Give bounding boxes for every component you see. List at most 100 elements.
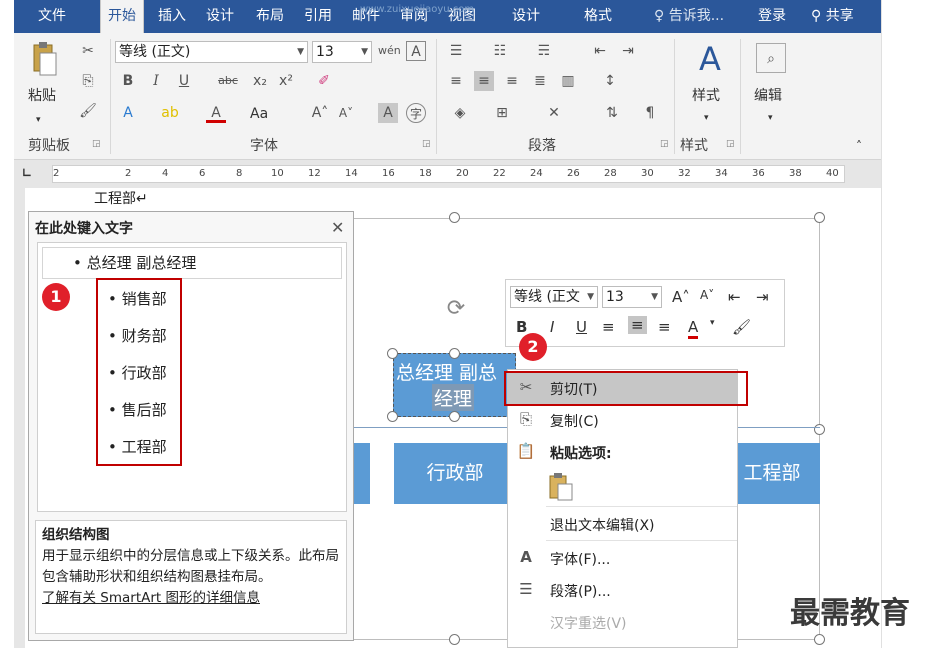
multilevel-list-icon[interactable]: ☴ [534,41,554,61]
styles-launcher-icon[interactable]: ◲ [726,139,735,149]
strikethrough-icon[interactable]: abc [218,71,238,91]
text-pane-list[interactable]: • 总经理 副总经理 [37,242,347,512]
share-button[interactable]: ⚲ 共享 [811,0,854,33]
shading-icon[interactable]: ◈ [450,103,470,123]
login-button[interactable]: 登录 [758,0,786,33]
char-border-icon[interactable]: A [406,41,426,61]
increase-indent-icon[interactable]: ⇥ [618,41,638,61]
italic-icon[interactable]: I [146,71,166,91]
align-left-icon[interactable]: ≡ [446,71,466,91]
superscript-icon[interactable]: x² [276,71,296,91]
highlight-icon[interactable]: ab [160,103,180,123]
paste-option-keep-text[interactable] [508,468,737,506]
resize-handle[interactable] [449,634,460,645]
chinese-layout-icon[interactable]: ✕ [544,103,564,123]
editing-button[interactable]: 编辑 [754,85,782,107]
org-box-engineering[interactable]: 工程部 [724,443,820,504]
chevron-down-icon[interactable]: ▾ [704,107,709,129]
menu-item-copy[interactable]: ⎘ 复制(C) [508,404,737,436]
format-painter-icon[interactable]: 🖌 [732,318,751,336]
resize-handle[interactable] [814,212,825,223]
grow-font-icon[interactable]: A˄ [672,288,690,306]
resize-handle[interactable] [814,634,825,645]
font-launcher-icon[interactable]: ◲ [422,139,431,149]
tab-selector-icon[interactable]: ∟ [22,166,32,180]
char-shading-icon[interactable]: A [378,103,398,123]
org-box-admin[interactable]: 行政部 [394,443,516,504]
font-color-icon[interactable]: A [688,318,699,339]
horizontal-ruler[interactable]: 2 2 4 6 8 10 12 14 16 18 20 22 24 26 28 … [52,165,845,183]
text-effects-icon[interactable]: A [118,103,138,123]
font-name-combo[interactable]: 等线 (正文) ▼ [115,41,308,63]
resize-handle[interactable] [387,411,398,422]
tell-me-box[interactable]: ♀ 告诉我... [654,0,724,33]
tab-home[interactable]: 开始 [100,0,144,36]
align-left-icon[interactable]: ≡ [602,318,615,336]
bold-icon[interactable]: B [516,318,527,336]
phonetic-guide-icon[interactable]: wén [378,41,401,61]
tab-smartart-design[interactable]: 设计 [498,0,554,33]
chevron-down-icon[interactable]: ▾ [768,107,773,129]
close-icon[interactable]: ✕ [331,218,344,237]
copy-icon[interactable]: ⎘ [78,71,98,91]
tab-design[interactable]: 设计 [198,0,242,33]
tab-file[interactable]: 文件 [30,0,74,33]
borders-icon[interactable]: ⊞ [492,103,512,123]
chevron-down-icon[interactable]: ▾ [710,318,715,328]
paragraph-launcher-icon[interactable]: ◲ [660,139,669,149]
numbering-icon[interactable]: ☷ [490,41,510,61]
document-text-line[interactable]: 工程部↵ [94,188,148,208]
resize-handle[interactable] [814,424,825,435]
mini-font-size-combo[interactable]: 13 ▼ [602,286,662,308]
menu-item-exit-text-edit[interactable]: 退出文本编辑(X) [508,508,737,540]
change-case-button[interactable]: Aa [250,103,268,125]
styles-button[interactable]: 样式 [692,85,720,107]
resize-handle[interactable] [387,348,398,359]
resize-handle[interactable] [449,348,460,359]
mini-font-name-combo[interactable]: 等线 (正文 ▼ [510,286,598,308]
increase-indent-icon[interactable]: ⇥ [756,288,769,306]
tab-format[interactable]: 格式 [570,0,626,33]
decrease-indent-icon[interactable]: ⇤ [728,288,741,306]
resize-handle[interactable] [449,212,460,223]
shrink-font-icon[interactable]: A˅ [336,103,356,123]
line-spacing-icon[interactable]: ↕ [600,71,620,91]
shrink-font-icon[interactable]: A˅ [700,288,714,302]
find-icon[interactable]: ⌕ [756,43,786,73]
paste-icon[interactable] [28,41,60,81]
resize-handle[interactable] [449,411,460,422]
font-size-combo[interactable]: 13 ▼ [312,41,372,63]
org-box-top-selected[interactable]: 总经理 副总 经理 [393,353,516,417]
clipboard-launcher-icon[interactable]: ◲ [92,139,101,149]
menu-item-font[interactable]: A 字体(F)... [508,542,737,574]
rotate-handle-icon[interactable]: ⟳ [443,296,469,322]
tab-references[interactable]: 引用 [296,0,340,33]
align-center-icon[interactable]: ≡ [628,316,647,334]
collapse-ribbon-icon[interactable]: ˄ [856,135,862,157]
underline-icon[interactable]: U [174,71,194,91]
styles-icon[interactable]: A [690,39,730,79]
align-center-icon[interactable]: ≡ [474,71,494,91]
learn-more-link[interactable]: 了解有关 SmartArt 图形的详细信息 [42,588,340,609]
show-marks-icon[interactable]: ¶ [640,103,660,123]
paste-button[interactable]: 粘贴 [28,85,56,107]
bold-icon[interactable]: B [118,71,138,91]
justify-icon[interactable]: ≣ [530,71,550,91]
clear-format-icon[interactable]: ✐ [314,71,334,91]
menu-item-paragraph[interactable]: ☰ 段落(P)... [508,574,737,606]
underline-icon[interactable]: U [576,318,587,336]
format-painter-icon[interactable]: 🖌 [78,101,98,121]
decrease-indent-icon[interactable]: ⇤ [590,41,610,61]
align-right-icon[interactable]: ≡ [658,318,671,336]
tab-insert[interactable]: 插入 [150,0,194,33]
vertical-ruler[interactable] [14,188,25,648]
grow-font-icon[interactable]: A˄ [310,103,330,123]
italic-icon[interactable]: I [550,318,554,336]
cut-icon[interactable]: ✂ [78,41,98,61]
font-color-icon[interactable]: A [206,103,226,123]
align-right-icon[interactable]: ≡ [502,71,522,91]
list-item[interactable]: • 总经理 副总经理 [42,247,342,279]
subscript-icon[interactable]: x₂ [250,71,270,91]
enclose-char-icon[interactable]: 字 [406,103,426,123]
distributed-icon[interactable]: ▥ [558,71,578,91]
